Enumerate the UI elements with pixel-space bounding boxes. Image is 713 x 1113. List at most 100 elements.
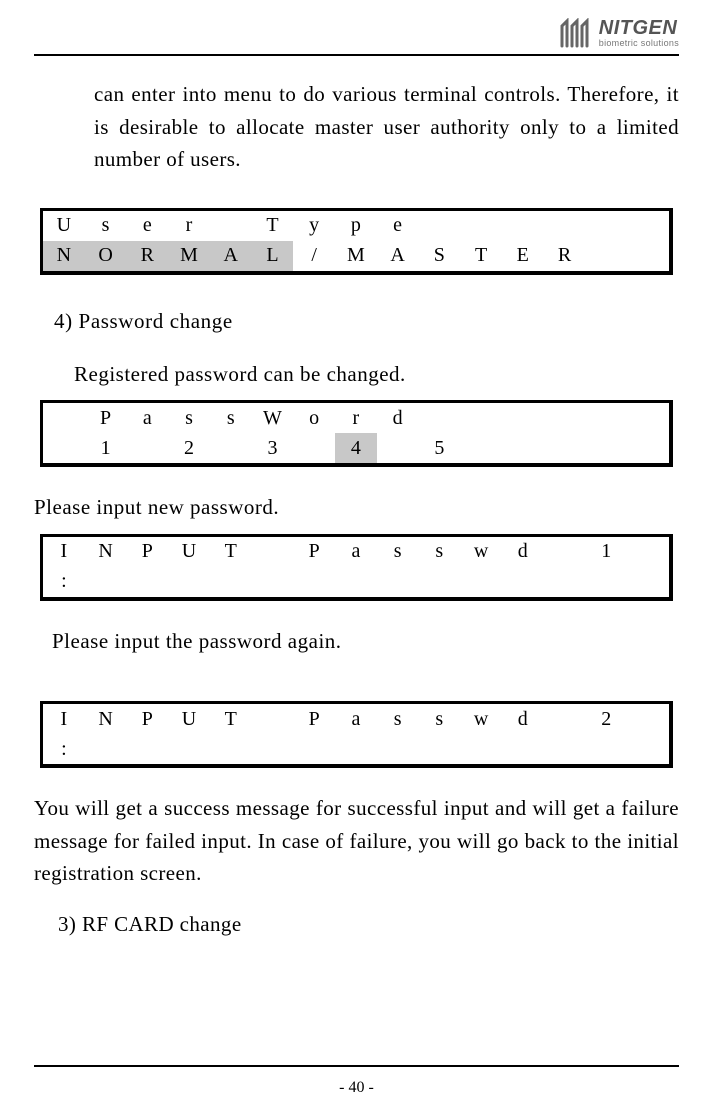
lcd-cell bbox=[627, 433, 669, 463]
lcd-cell bbox=[210, 567, 252, 597]
lcd-cell: a bbox=[126, 403, 168, 433]
lcd-cell: S bbox=[418, 241, 460, 271]
top-rule bbox=[34, 54, 679, 56]
lcd-cell: P bbox=[293, 704, 335, 734]
lcd-cell: N bbox=[85, 537, 127, 567]
lcd-cell: / bbox=[293, 241, 335, 271]
lcd-cell: 4 bbox=[335, 433, 377, 463]
lcd-cell bbox=[627, 241, 669, 271]
lcd-cell: P bbox=[126, 704, 168, 734]
lcd-cell bbox=[252, 537, 294, 567]
lcd-cell: W bbox=[252, 403, 294, 433]
line-input-new: Please input new password. bbox=[34, 491, 679, 524]
lcd-cell bbox=[502, 734, 544, 764]
lcd-cell bbox=[627, 403, 669, 433]
lcd-cell bbox=[502, 433, 544, 463]
lcd-cell: N bbox=[85, 704, 127, 734]
lcd-cell: s bbox=[210, 403, 252, 433]
lcd-cell bbox=[168, 734, 210, 764]
lcd-cell bbox=[544, 567, 586, 597]
page-number: - 40 - bbox=[0, 1079, 713, 1097]
lcd-cell: s bbox=[377, 704, 419, 734]
lcd-cell: A bbox=[210, 241, 252, 271]
lcd-cell bbox=[252, 704, 294, 734]
line-registered: Registered password can be changed. bbox=[74, 358, 679, 391]
lcd-cell bbox=[210, 211, 252, 241]
lcd-cell: s bbox=[418, 537, 460, 567]
lcd-cell: s bbox=[377, 537, 419, 567]
lcd-cell: d bbox=[377, 403, 419, 433]
lcd-cell bbox=[335, 734, 377, 764]
lcd-input-passwd-2: INPUTPasswd2 : bbox=[40, 701, 673, 768]
lcd-cell: 1 bbox=[585, 537, 627, 567]
lcd-cell: P bbox=[85, 403, 127, 433]
lcd-cell bbox=[460, 403, 502, 433]
lcd-cell bbox=[627, 211, 669, 241]
lcd-cell bbox=[293, 734, 335, 764]
lcd-cell: M bbox=[335, 241, 377, 271]
heading-password-change: 4) Password change bbox=[54, 309, 679, 334]
lcd-cell bbox=[252, 734, 294, 764]
lcd-cell bbox=[126, 734, 168, 764]
lcd-cell bbox=[377, 567, 419, 597]
lcd-cell: T bbox=[252, 211, 294, 241]
lcd-cell: E bbox=[502, 241, 544, 271]
lcd-cell bbox=[502, 567, 544, 597]
header-logo-row: NITGEN biometric solutions bbox=[34, 18, 679, 48]
lcd-cell bbox=[418, 403, 460, 433]
lcd-cell: 1 bbox=[85, 433, 127, 463]
lcd-cell: d bbox=[502, 537, 544, 567]
lcd-cell: e bbox=[126, 211, 168, 241]
lcd-cell bbox=[168, 567, 210, 597]
lcd-cell bbox=[544, 734, 586, 764]
lcd-cell: p bbox=[335, 211, 377, 241]
lcd-cell bbox=[585, 734, 627, 764]
lcd-cell bbox=[43, 403, 85, 433]
lcd-cell bbox=[585, 211, 627, 241]
lcd-cell bbox=[585, 403, 627, 433]
lcd-cell: I bbox=[43, 704, 85, 734]
lcd-cell: 3 bbox=[252, 433, 294, 463]
lcd-cell: d bbox=[502, 704, 544, 734]
lcd-cell bbox=[252, 567, 294, 597]
lcd-cell bbox=[377, 734, 419, 764]
lcd-cell: w bbox=[460, 537, 502, 567]
lcd-cell bbox=[627, 734, 669, 764]
lcd-cell: e bbox=[377, 211, 419, 241]
lcd-cell: M bbox=[168, 241, 210, 271]
lcd-cell: 5 bbox=[418, 433, 460, 463]
lcd-cell bbox=[126, 567, 168, 597]
lcd-cell: s bbox=[85, 211, 127, 241]
lcd-cell bbox=[502, 403, 544, 433]
lcd-cell bbox=[418, 567, 460, 597]
lcd-cell bbox=[418, 211, 460, 241]
lcd-cell: w bbox=[460, 704, 502, 734]
lcd-cell: s bbox=[168, 403, 210, 433]
lcd-cell: : bbox=[43, 567, 85, 597]
lcd-cell: 2 bbox=[168, 433, 210, 463]
logo-icon bbox=[559, 18, 593, 48]
lcd-cell bbox=[85, 734, 127, 764]
lcd-cell bbox=[460, 433, 502, 463]
line-input-again: Please input the password again. bbox=[52, 625, 679, 658]
lcd-cell bbox=[460, 211, 502, 241]
lcd-cell: P bbox=[126, 537, 168, 567]
lcd-cell: r bbox=[168, 211, 210, 241]
lcd-cell bbox=[210, 433, 252, 463]
lcd-cell bbox=[627, 567, 669, 597]
lcd-cell: a bbox=[335, 537, 377, 567]
lcd-cell bbox=[377, 433, 419, 463]
lcd-cell bbox=[85, 567, 127, 597]
lcd-cell bbox=[544, 211, 586, 241]
lcd-cell: U bbox=[168, 704, 210, 734]
lcd-user-type: UserType NORMAL/MASTER bbox=[40, 208, 673, 275]
lcd-cell bbox=[293, 567, 335, 597]
lcd-cell: R bbox=[126, 241, 168, 271]
paragraph-intro: can enter into menu to do various termin… bbox=[94, 78, 679, 176]
lcd-cell bbox=[502, 211, 544, 241]
lcd-cell bbox=[418, 734, 460, 764]
lcd-cell: a bbox=[335, 704, 377, 734]
lcd-cell bbox=[585, 241, 627, 271]
lcd-cell: N bbox=[43, 241, 85, 271]
lcd-cell: T bbox=[210, 537, 252, 567]
